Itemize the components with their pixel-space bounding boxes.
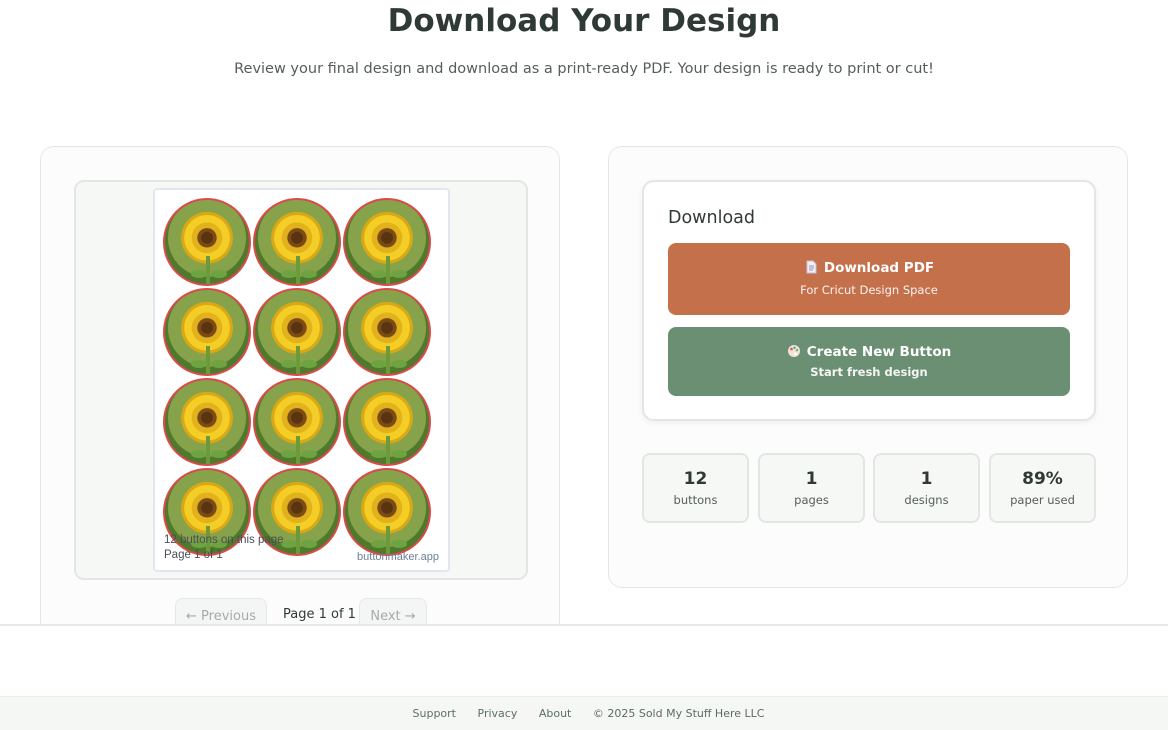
palette-icon <box>787 345 800 357</box>
button-preview <box>163 288 251 376</box>
footer-link-privacy[interactable]: Privacy <box>478 707 518 720</box>
sheet-info: 12 buttons on this page Page 1 of 1 <box>164 533 284 563</box>
stat-label: paper used <box>1010 493 1075 507</box>
button-preview <box>343 468 431 556</box>
sheet-page-number: Page 1 of 1 <box>164 549 223 561</box>
stat-label: buttons <box>673 493 718 507</box>
button-preview <box>163 378 251 466</box>
footer: Support Privacy About © 2025 Sold My Stu… <box>0 696 1168 730</box>
sheet-brand: buttonmaker.app <box>357 551 439 563</box>
stat-value: 1 <box>920 469 933 489</box>
stat-value: 12 <box>683 469 708 489</box>
download-pdf-button[interactable]: Download PDF For Cricut Design Space <box>668 243 1070 315</box>
button-preview <box>253 288 341 376</box>
stat-label: pages <box>794 493 829 507</box>
page-indicator: Page 1 of 1 <box>283 607 356 622</box>
footer-link-support[interactable]: Support <box>413 707 456 720</box>
stat-pages: 1 pages <box>758 453 865 523</box>
stat-value: 1 <box>805 469 818 489</box>
create-new-label: Create New Button <box>806 344 952 360</box>
download-panel: Download Download PDF For Cricut Design … <box>608 146 1128 588</box>
button-preview <box>343 288 431 376</box>
button-preview <box>253 198 341 286</box>
download-heading: Download <box>668 208 755 228</box>
stat-buttons: 12 buttons <box>642 453 749 523</box>
stat-value: 89% <box>1022 469 1063 489</box>
design-stats: 12 buttons 1 pages 1 designs 89% paper u… <box>642 453 1096 523</box>
button-preview <box>343 198 431 286</box>
footer-copyright: © 2025 Sold My Stuff Here LLC <box>592 707 765 720</box>
button-preview <box>163 198 251 286</box>
preview-panel: 12 buttons on this page Page 1 of 1 butt… <box>40 146 560 636</box>
stat-paper-used: 89% paper used <box>989 453 1096 523</box>
page-subtitle: Review your final design and download as… <box>234 61 934 77</box>
print-sheet-preview: 12 buttons on this page Page 1 of 1 butt… <box>153 188 450 572</box>
button-preview <box>253 378 341 466</box>
create-new-sublabel: Start fresh design <box>810 365 928 379</box>
blank-area <box>0 626 1168 696</box>
create-new-button[interactable]: Create New Button Start fresh design <box>668 327 1070 396</box>
stat-designs: 1 designs <box>873 453 980 523</box>
footer-link-about[interactable]: About <box>539 707 572 720</box>
document-icon <box>806 260 817 274</box>
stat-label: designs <box>904 493 949 507</box>
sheet-button-count: 12 buttons on this page <box>164 534 284 546</box>
button-preview <box>343 378 431 466</box>
download-pdf-label: Download PDF <box>823 260 935 276</box>
preview-frame: 12 buttons on this page Page 1 of 1 butt… <box>74 180 528 580</box>
page-title: Download Your Design <box>387 3 781 39</box>
download-page: Download Your Design Review your final d… <box>0 0 1168 730</box>
download-pdf-sublabel: For Cricut Design Space <box>800 283 938 297</box>
download-card: Download Download PDF For Cricut Design … <box>642 180 1096 421</box>
